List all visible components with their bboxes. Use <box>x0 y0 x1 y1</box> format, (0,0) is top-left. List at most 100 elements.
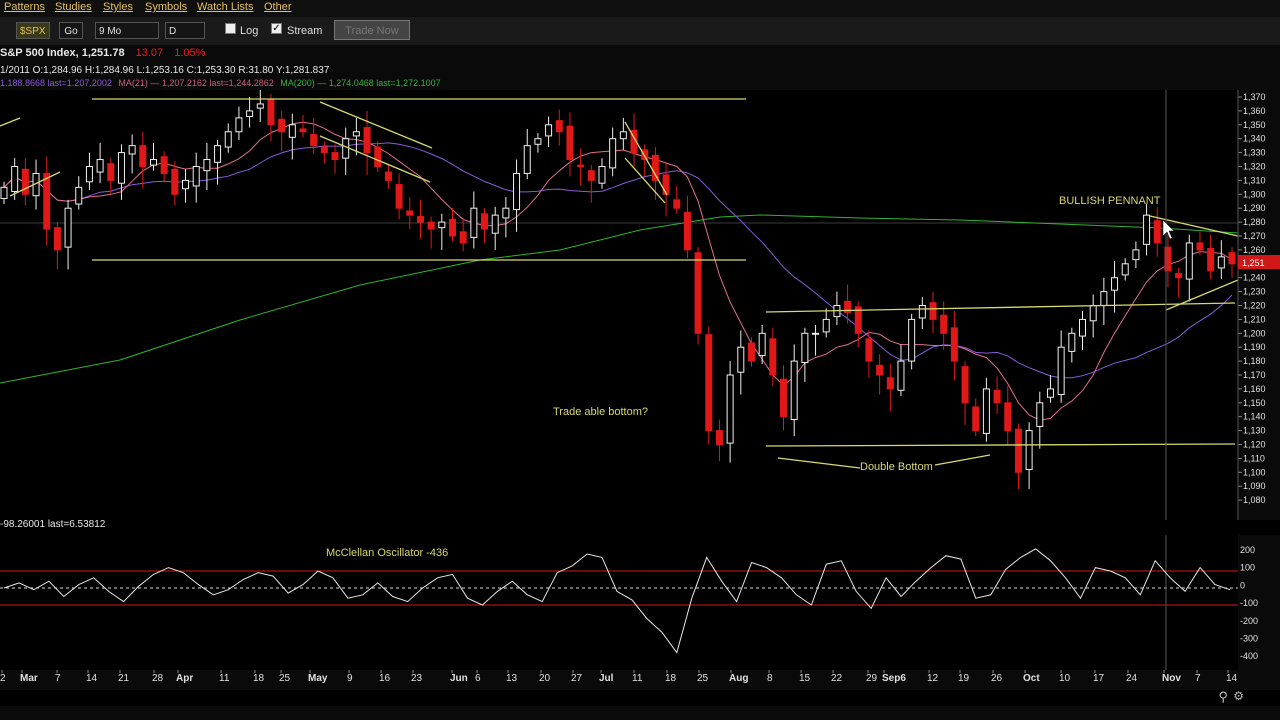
candle-body <box>1207 248 1215 272</box>
price-tick-label: 1,190 <box>1243 342 1266 352</box>
price-tick-label: 1,370 <box>1243 92 1266 102</box>
zoom-icon[interactable]: ⚲ <box>1218 689 1228 705</box>
date-tick-label: 29 <box>866 673 878 684</box>
stream-checkbox[interactable]: ✓ <box>271 23 282 34</box>
oscillator-chart[interactable]: 200 100 0 -100 -200 -300 -400 McClellan Oscill… <box>0 535 1280 671</box>
candle-body <box>897 360 905 391</box>
candle-body <box>1121 263 1129 276</box>
candle-body <box>694 252 702 334</box>
price-tick-label: 1,170 <box>1243 370 1266 380</box>
menu-item-watch-lists[interactable]: Watch Lists <box>197 1 253 13</box>
candle-body <box>214 145 222 163</box>
log-label: Log <box>240 25 259 37</box>
candle-body <box>801 332 809 363</box>
candle-body <box>1004 402 1012 432</box>
ma200-value: MA(200) — 1,274.0468 last=1,272.1007 <box>280 78 441 88</box>
date-tick-label: 17 <box>1093 673 1105 684</box>
candle-body <box>1100 291 1108 307</box>
period-select[interactable]: 9 Mo <box>95 22 159 39</box>
toolbar: $SPX Go 9 Mo D Log ✓ Stream Trade Now <box>0 17 1280 45</box>
candle-body <box>395 184 403 209</box>
candle-body <box>555 120 563 133</box>
price-tick-label: 1,330 <box>1243 148 1266 158</box>
price-tick-label: 1,360 <box>1243 106 1266 116</box>
symbol-name: S&P 500 Index <box>0 47 76 59</box>
candle-body <box>950 327 958 362</box>
date-tick-label: Aug <box>729 673 748 684</box>
candle-body <box>160 156 168 174</box>
menu-item-styles[interactable]: Styles <box>103 1 133 13</box>
price-tick-label: 1,300 <box>1243 189 1266 199</box>
interval-select[interactable]: D <box>165 22 205 39</box>
candle-body <box>0 186 8 199</box>
ma-readout: 1.188.8668 last=1.207.2002 MA(21) — 1,20… <box>0 78 441 88</box>
candle-body <box>438 221 446 229</box>
candle-body <box>1046 388 1054 398</box>
oscillator-tick-label: 0 <box>1240 580 1245 590</box>
candle-body <box>705 334 713 432</box>
candle-body <box>310 134 318 147</box>
candle-body <box>1185 242 1193 280</box>
oscillator-tick-label: -300 <box>1240 634 1258 644</box>
price-chart[interactable]: 1,370 1,360 1,350 1,340 1,330 1,320 1,310 1,300… <box>0 90 1280 520</box>
candle-body <box>683 211 691 251</box>
candle-body <box>513 172 521 211</box>
candle-body <box>352 131 360 137</box>
date-tick-label: 8 <box>767 673 773 684</box>
candle-body <box>1025 430 1033 471</box>
price-chart-background <box>0 90 1238 520</box>
log-checkbox[interactable] <box>225 23 236 34</box>
candle-body <box>769 338 777 376</box>
date-tick-label: 28 <box>152 673 164 684</box>
candle-body <box>1068 332 1076 352</box>
candle-body <box>865 338 873 362</box>
candle-body <box>427 221 435 230</box>
candle-body <box>545 124 553 137</box>
price-tick-label: 1,130 <box>1243 426 1266 436</box>
date-tick-label: 6 <box>475 673 481 684</box>
candle-body <box>117 152 125 184</box>
date-tick-label: 9 <box>347 673 353 684</box>
candle-body <box>1153 220 1161 244</box>
tools-icon[interactable]: ⚙ <box>1233 689 1244 703</box>
candle-body <box>246 110 254 117</box>
menu-item-other[interactable]: Other <box>264 1 292 13</box>
last-price-marker-label: 1,251 <box>1242 258 1265 268</box>
trade-now-button[interactable]: Trade Now <box>334 20 410 40</box>
candle-body <box>747 342 755 362</box>
candle-body <box>673 199 681 209</box>
price-tick-label: 1,230 <box>1243 287 1266 297</box>
ma-short-value: 1.188.8668 last=1.207.2002 <box>0 78 112 88</box>
candle-body <box>523 145 531 174</box>
candle-body <box>374 146 382 167</box>
candle-body <box>107 163 115 181</box>
date-tick-label: 19 <box>958 673 970 684</box>
date-tick-label: 2 <box>0 673 6 684</box>
candle-body <box>235 117 243 133</box>
symbol-input[interactable]: $SPX <box>16 22 50 39</box>
menu-item-patterns[interactable]: Patterns <box>4 1 45 13</box>
date-tick-label: 10 <box>1059 673 1071 684</box>
date-tick-label: 22 <box>831 673 843 684</box>
go-button[interactable]: Go <box>59 22 83 39</box>
candle-body <box>1014 428 1022 473</box>
date-tick-label: 25 <box>279 673 291 684</box>
stream-label: Stream <box>287 25 323 37</box>
date-tick-label: 21 <box>118 673 130 684</box>
candle-body <box>566 125 574 161</box>
date-tick-label: Oct <box>1023 673 1040 684</box>
candle-body <box>149 159 157 166</box>
menu-item-studies[interactable]: Studies <box>55 1 92 13</box>
price-tick-label: 1,090 <box>1243 481 1266 491</box>
date-tick-label: 14 <box>1226 673 1238 684</box>
candle-body <box>780 378 788 418</box>
quote-title: S&P 500 Index, 1,251.78 13.07 1.05% <box>0 47 206 59</box>
price-tick-label: 1,200 <box>1243 328 1266 338</box>
menu-item-symbols[interactable]: Symbols <box>145 1 187 13</box>
oscillator-label: McClellan Oscillator -436 <box>326 547 448 559</box>
price-tick-label: 1,140 <box>1243 412 1266 422</box>
candle-body <box>929 302 937 320</box>
date-tick-label: 25 <box>697 673 709 684</box>
date-tick-label: 27 <box>571 673 583 684</box>
candle-body <box>502 207 510 219</box>
